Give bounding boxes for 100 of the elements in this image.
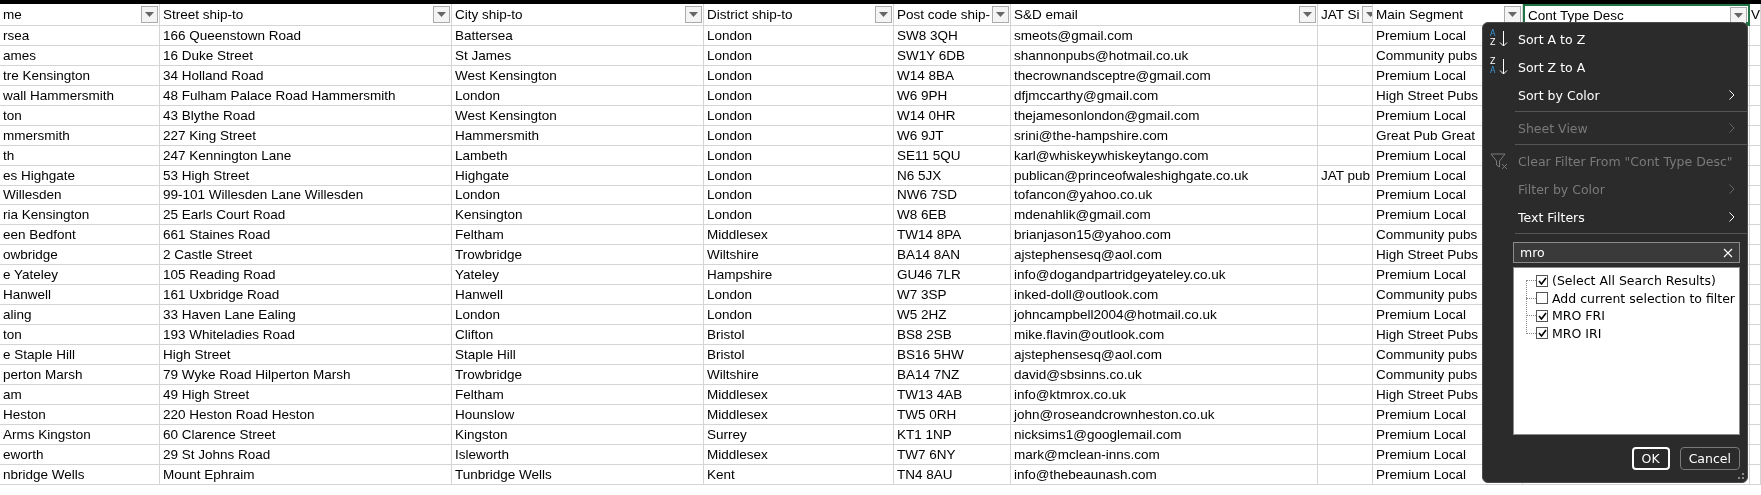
table-cell: brianjason15@yahoo.com (1011, 225, 1318, 246)
resize-grip-icon[interactable] (1738, 473, 1744, 479)
table-cell (1750, 85, 1761, 106)
checkbox[interactable] (1536, 327, 1548, 340)
table-cell: Willesden (0, 185, 160, 206)
table-cell: London (704, 285, 894, 306)
table-cell: BA14 8AN (894, 245, 1011, 266)
table-cell: nbridge Wells (0, 464, 160, 485)
caret-icon (437, 12, 446, 17)
table-cell: BS16 5HW (894, 345, 1011, 365)
table-cell: 33 Haven Lane Ealing (160, 305, 452, 326)
table-cell (1750, 245, 1761, 266)
filter-dropdown-button[interactable] (1730, 6, 1747, 24)
table-cell: 79 Wyke Road Hilperton Marsh (160, 364, 452, 385)
table-cell (1318, 325, 1373, 345)
table-cell: Highgate (452, 165, 704, 186)
table-cell: thejamesonlondon@gmail.com (1011, 105, 1318, 126)
checkbox[interactable] (1536, 309, 1548, 322)
table-cell: info@ktmrox.co.uk (1011, 384, 1318, 405)
table-cell: publican@princeofwaleshighgate.co.uk (1011, 165, 1318, 186)
column-header[interactable]: Post code ship- (894, 4, 1011, 26)
table-cell (1750, 305, 1761, 326)
table-cell: W6 9PH (894, 85, 1011, 106)
table-cell: Clifton (452, 325, 704, 345)
table-cell: West Kensington (452, 105, 704, 126)
table-cell: aling (0, 305, 160, 326)
table-cell: London (704, 65, 894, 86)
table-cell: 49 High Street (160, 384, 452, 405)
table-cell: e Staple Hill (0, 345, 160, 365)
column-header[interactable]: City ship-to (452, 4, 704, 26)
table-cell: e Yateley (0, 265, 160, 286)
table-cell: karl@whiskeywhiskeytango.com (1011, 145, 1318, 166)
table-cell: mark@mclean-inns.com (1011, 444, 1318, 465)
table-cell: Staple Hill (452, 345, 704, 365)
table-cell: 161 Uxbridge Road (160, 285, 452, 306)
header-label: Cont Type Desc (1528, 7, 1624, 23)
header-label: Street ship-to (163, 7, 244, 22)
table-cell: London (452, 85, 704, 106)
table-cell: London (704, 205, 894, 226)
table-cell: shannonpubs@hotmail.co.uk (1011, 45, 1318, 66)
table-cell: Heston (0, 404, 160, 425)
table-cell (1318, 424, 1373, 445)
table-cell: Yateley (452, 265, 704, 286)
table-cell (1318, 345, 1373, 365)
header-label: Main Segment (1376, 7, 1464, 22)
table-cell (1318, 265, 1373, 286)
column-header[interactable]: Street ship-to (160, 4, 452, 26)
table-cell: Lambeth (452, 145, 704, 166)
table-cell: owbridge (0, 245, 160, 266)
table-cell (1750, 205, 1761, 226)
table-cell: perton Marsh (0, 364, 160, 385)
table-cell: W14 0HR (894, 105, 1011, 126)
table-cell: srini@the-hampshire.com (1011, 125, 1318, 146)
table-cell: Middlesex (704, 404, 894, 425)
table-cell: BA14 7NZ (894, 364, 1011, 385)
table-cell: TW14 8PA (894, 225, 1011, 246)
table-cell: GU46 7LR (894, 265, 1011, 286)
column-header[interactable]: V (1750, 4, 1761, 26)
table-cell: London (704, 125, 894, 146)
table-cell: david@sbsinns.co.uk (1011, 364, 1318, 385)
header-label: Post code ship- (897, 7, 991, 22)
table-cell: Hounslow (452, 404, 704, 425)
checkbox-label[interactable]: (Select All Search Results) (1552, 273, 1716, 289)
table-cell: 43 Blythe Road (160, 105, 452, 126)
table-cell (1750, 105, 1761, 126)
table-cell: W7 3SP (894, 285, 1011, 306)
caret-icon (996, 12, 1006, 17)
table-cell: Hanwell (0, 285, 160, 306)
table-cell (1318, 65, 1373, 86)
table-cell: Hammersmith (452, 125, 704, 146)
checkbox-label[interactable]: MRO IRI (1552, 325, 1602, 341)
checkbox-label[interactable]: MRO FRI (1552, 308, 1605, 324)
dialog-button[interactable]: Cancel (1679, 447, 1740, 470)
checkbox[interactable] (1536, 292, 1548, 305)
table-cell: Battersea (452, 26, 704, 46)
column-header[interactable]: District ship-to (704, 4, 894, 26)
table-cell: W5 2HZ (894, 305, 1011, 326)
table-cell: een Bedfont (0, 225, 160, 246)
table-cell: London (452, 305, 704, 326)
table-cell: 99-101 Willesden Lane Willesden (160, 185, 452, 206)
table-cell (1750, 424, 1761, 445)
column-header[interactable]: me (0, 4, 160, 26)
table-cell: Bristol (704, 325, 894, 345)
table-cell: Kent (704, 464, 894, 485)
table-cell: Feltham (452, 225, 704, 246)
table-cell: 105 Reading Road (160, 265, 452, 286)
checkbox[interactable] (1536, 274, 1548, 287)
table-cell: Middlesex (704, 225, 894, 246)
table-cell: Tunbridge Wells (452, 464, 704, 485)
table-cell (1750, 185, 1761, 206)
caret-icon (1734, 12, 1743, 18)
table-cell: 661 Staines Road (160, 225, 452, 246)
dialog-button[interactable]: OK (1631, 447, 1670, 470)
checkbox-label[interactable]: Add current selection to filter (1552, 290, 1735, 306)
search-field[interactable]: mro (1513, 242, 1740, 263)
table-cell: mdenahlik@gmail.com (1011, 205, 1318, 226)
close-icon[interactable] (1723, 247, 1733, 258)
column-header[interactable]: S&D email (1011, 4, 1318, 26)
table-cell: Bristol (704, 345, 894, 365)
column-header[interactable]: JAT Si (1318, 4, 1373, 26)
